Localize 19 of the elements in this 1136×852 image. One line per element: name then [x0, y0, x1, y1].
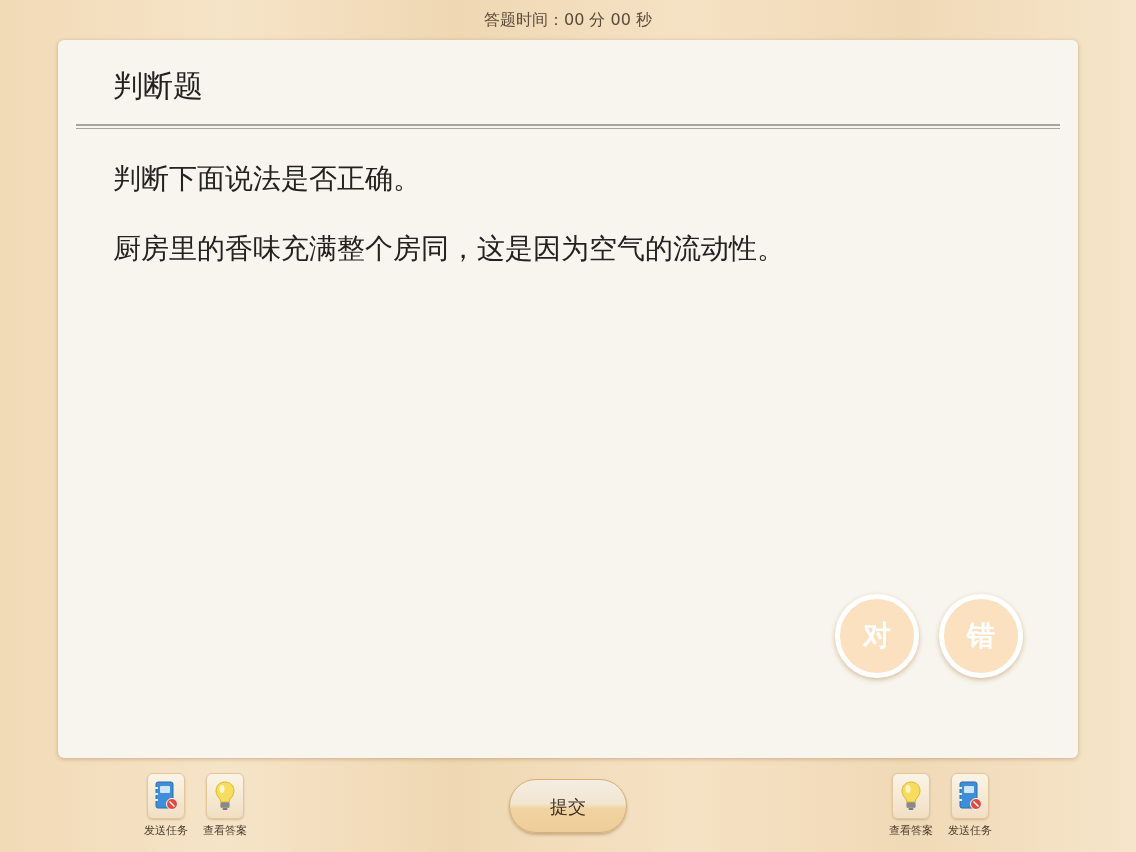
- lightbulb-icon: [901, 781, 921, 811]
- tool-label: 发送任务: [144, 825, 188, 836]
- answer-option[interactable]: 错: [939, 594, 1023, 678]
- answer-option[interactable]: 对: [835, 594, 919, 678]
- tool-button[interactable]: [892, 773, 930, 819]
- tool-button[interactable]: [951, 773, 989, 819]
- tool-label: 查看答案: [889, 825, 933, 836]
- notebook-icon: [958, 781, 982, 811]
- question-instruction: 判断下面说法是否正确。: [113, 161, 422, 197]
- question-statement: 厨房里的香味充满整个房同，这是因为空气的流动性。: [113, 231, 786, 267]
- tool-label: 发送任务: [948, 825, 992, 836]
- submit-button[interactable]: 提交: [509, 779, 627, 833]
- lightbulb-icon: [215, 781, 235, 811]
- timer-text: 答题时间：00 分 00 秒: [484, 9, 652, 31]
- tool-label: 查看答案: [203, 825, 247, 836]
- question-type-title: 判断题: [113, 68, 203, 103]
- tool-button[interactable]: [206, 773, 244, 819]
- notebook-icon: [154, 781, 178, 811]
- tool-button[interactable]: [147, 773, 185, 819]
